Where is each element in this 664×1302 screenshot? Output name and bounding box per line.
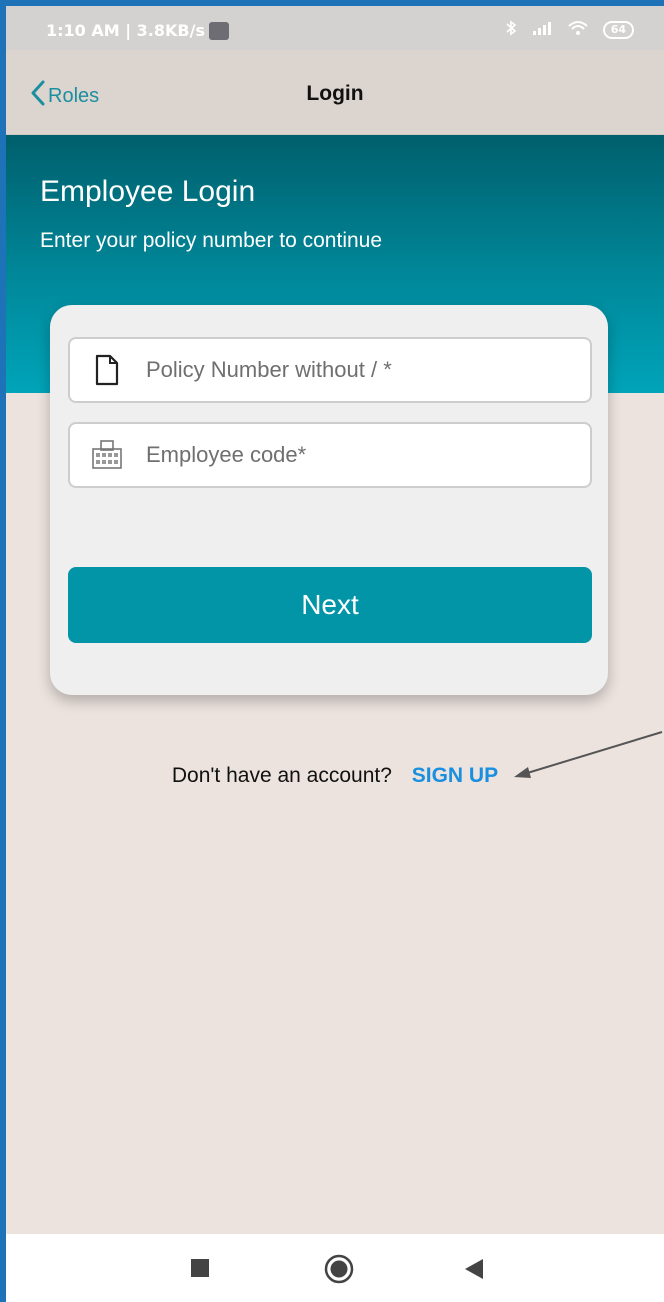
system-navigation-bar: [6, 1234, 664, 1302]
battery-icon: 64: [602, 21, 634, 39]
employee-code-input[interactable]: [144, 441, 568, 469]
bluetooth-icon: [505, 20, 517, 40]
hero-subtitle: Enter your policy number to continue: [40, 229, 383, 252]
notification-app-icon: [208, 21, 229, 40]
status-right: 64: [505, 20, 634, 40]
signal-icon: [531, 21, 553, 39]
next-button[interactable]: Next: [68, 567, 592, 643]
annotation-arrow-icon: [514, 731, 663, 778]
back-nav-button[interactable]: [464, 1258, 484, 1285]
status-left: 1:10 AM | 3.8KB/s: [46, 21, 229, 40]
status-time: 1:10 AM | 3.8KB/s: [46, 21, 205, 40]
policy-number-input[interactable]: [144, 356, 568, 384]
employee-code-field[interactable]: [68, 422, 592, 488]
id-badge-icon: [90, 440, 124, 470]
document-icon: [90, 354, 124, 386]
sign-up-link[interactable]: SIGN UP: [412, 764, 498, 787]
hero-title: Employee Login: [40, 175, 256, 208]
app-screen: 1:10 AM | 3.8KB/s 64 Roles Login Employe…: [6, 6, 664, 1302]
policy-number-field[interactable]: [68, 337, 592, 403]
page-title: Login: [306, 82, 364, 105]
login-card: Next: [50, 305, 608, 695]
top-navigation-bar: Roles Login: [6, 50, 664, 135]
wifi-icon: [567, 20, 589, 40]
signup-prompt: Don't have an account?: [171, 764, 392, 787]
status-bar: 1:10 AM | 3.8KB/s 64: [6, 6, 664, 50]
recent-apps-button[interactable]: [190, 1258, 210, 1283]
home-button[interactable]: [324, 1254, 354, 1289]
